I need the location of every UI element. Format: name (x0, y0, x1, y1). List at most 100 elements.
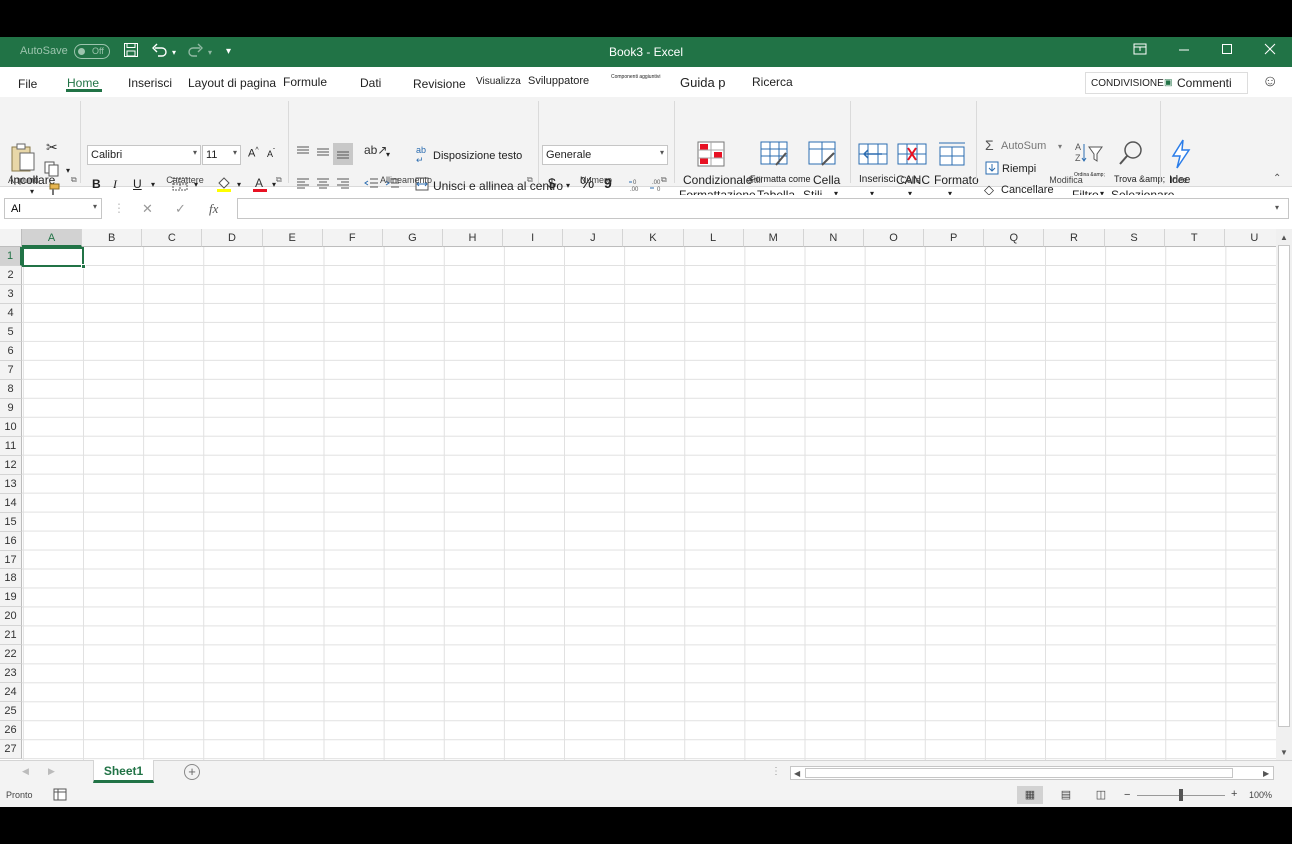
format-cells-label[interactable]: Formato (934, 173, 979, 187)
feedback-smiley-icon[interactable]: ☺ (1262, 73, 1278, 91)
scroll-left-icon[interactable]: ◀ (794, 769, 800, 778)
row-header-24[interactable]: 24 (0, 683, 22, 703)
align-left-icon[interactable] (295, 177, 311, 194)
italic-button[interactable]: I (113, 177, 117, 192)
row-header-8[interactable]: 8 (0, 379, 22, 399)
tab-view[interactable]: Visualizza (476, 76, 521, 87)
share-button[interactable]: CONDIVISIONE (1091, 78, 1164, 89)
row-header-20[interactable]: 20 (0, 607, 22, 627)
tab-page-layout[interactable]: Layout di pagina (188, 76, 276, 90)
wrap-text-button[interactable]: Disposizione testo (433, 150, 522, 162)
horizontal-scroll-thumb[interactable] (805, 768, 1233, 778)
comments-icon[interactable]: ▣ (1164, 77, 1173, 88)
page-break-view-icon[interactable]: ◫ (1088, 786, 1114, 804)
tab-home[interactable]: Home (67, 76, 99, 90)
macro-record-icon[interactable] (53, 788, 67, 803)
row-header-5[interactable]: 5 (0, 322, 22, 342)
format-as-table-icon[interactable] (760, 141, 788, 167)
alignment-launcher-icon[interactable]: ⧉ (527, 175, 533, 185)
name-box[interactable]: Al ▾ (4, 198, 102, 219)
column-header-j[interactable]: J (563, 229, 624, 247)
row-header-4[interactable]: 4 (0, 303, 22, 323)
column-header-i[interactable]: I (503, 229, 564, 247)
row-header-13[interactable]: 13 (0, 474, 22, 494)
tab-split-grip-icon[interactable]: ⋮ (771, 766, 781, 777)
row-header-17[interactable]: 17 (0, 550, 22, 570)
horizontal-scrollbar[interactable]: ◀ ▶ (790, 766, 1274, 780)
comments-button[interactable]: Commenti (1177, 76, 1232, 90)
find-select-label-1[interactable]: Trova &amp; (1114, 174, 1165, 184)
number-format-combo[interactable]: Generale ▾ (542, 145, 668, 165)
copy-dropdown-icon[interactable]: ▾ (66, 166, 70, 175)
fill-handle[interactable] (81, 264, 86, 269)
fill-color-dropdown-icon[interactable]: ▾ (237, 180, 241, 189)
zoom-slider-thumb[interactable] (1179, 789, 1183, 801)
underline-button[interactable]: U (133, 177, 142, 191)
vertical-scroll-thumb[interactable] (1278, 245, 1290, 727)
expand-formula-bar-icon[interactable]: ▾ (1275, 203, 1279, 212)
column-header-l[interactable]: L (683, 229, 744, 247)
row-header-27[interactable]: 27 (0, 740, 22, 760)
tab-insert[interactable]: Inserisci (128, 76, 172, 90)
row-header-25[interactable]: 25 (0, 702, 22, 722)
clipboard-launcher-icon[interactable]: ⧉ (71, 175, 77, 185)
row-header-22[interactable]: 22 (0, 645, 22, 665)
add-sheet-icon[interactable]: + (184, 764, 200, 780)
close-icon[interactable] (1260, 42, 1280, 58)
row-header-23[interactable]: 23 (0, 664, 22, 684)
tab-review[interactable]: Revisione (413, 77, 466, 91)
cell-styles-label-1[interactable]: Cella (813, 173, 840, 187)
row-header-10[interactable]: 10 (0, 417, 22, 437)
align-right-icon[interactable] (335, 177, 351, 194)
paste-icon[interactable] (10, 141, 38, 172)
page-layout-view-icon[interactable]: ▤ (1053, 786, 1079, 804)
column-header-k[interactable]: K (623, 229, 684, 247)
zoom-out-icon[interactable]: − (1124, 789, 1130, 801)
row-header-26[interactable]: 26 (0, 721, 22, 741)
wrap-text-icon[interactable]: ab ↵ (416, 145, 426, 166)
align-top-icon[interactable] (295, 145, 311, 162)
row-header-6[interactable]: 6 (0, 341, 22, 361)
row-header-15[interactable]: 15 (0, 512, 22, 532)
prev-sheet-icon[interactable]: ◀ (22, 766, 29, 777)
orientation-icon[interactable]: ab↗ (364, 143, 387, 157)
find-select-icon[interactable] (1117, 139, 1145, 170)
insert-cells-label[interactable]: Inserisci (859, 174, 896, 185)
row-header-9[interactable]: 9 (0, 398, 22, 418)
cell-styles-icon[interactable] (808, 141, 836, 167)
underline-dropdown-icon[interactable]: ▾ (151, 180, 155, 189)
row-header-7[interactable]: 7 (0, 360, 22, 380)
format-cells-icon[interactable] (938, 141, 966, 167)
orientation-dropdown-icon[interactable]: ▾ (386, 150, 390, 159)
column-header-d[interactable]: D (202, 229, 263, 247)
row-header-3[interactable]: 3 (0, 284, 22, 304)
merge-center-button[interactable]: Unisci e allinea al centro (433, 179, 563, 193)
next-sheet-icon[interactable]: ▶ (48, 766, 55, 777)
currency-dropdown-icon[interactable]: ▾ (566, 181, 570, 190)
column-header-c[interactable]: C (142, 229, 203, 247)
row-header-18[interactable]: 18 (0, 569, 22, 589)
enter-edit-icon[interactable]: ✓ (175, 201, 186, 217)
row-header-12[interactable]: 12 (0, 455, 22, 475)
ideas-lightning-icon[interactable] (1170, 139, 1192, 172)
column-header-b[interactable]: B (82, 229, 143, 247)
column-header-s[interactable]: S (1104, 229, 1165, 247)
column-header-h[interactable]: H (442, 229, 504, 247)
cut-icon[interactable]: ✂ (46, 139, 58, 156)
formula-input[interactable] (237, 198, 1289, 219)
insert-cells-icon[interactable] (858, 143, 888, 169)
column-header-a[interactable]: A (22, 229, 83, 247)
font-color-icon[interactable]: A (252, 175, 268, 196)
align-middle-icon[interactable] (315, 145, 331, 162)
row-header-21[interactable]: 21 (0, 626, 22, 646)
row-header-19[interactable]: 19 (0, 588, 22, 608)
select-all-button[interactable] (0, 229, 22, 247)
autosum-button[interactable]: AutoSum (1001, 140, 1046, 152)
cell-area[interactable] (22, 247, 1276, 760)
row-header-2[interactable]: 2 (0, 265, 22, 285)
autosum-icon[interactable]: Σ (985, 137, 994, 153)
tab-search[interactable]: Ricerca (752, 75, 793, 89)
tab-developer[interactable]: Sviluppatore (528, 75, 589, 87)
tab-file[interactable]: File (18, 77, 37, 91)
grow-font-button[interactable]: A^ (248, 147, 259, 160)
